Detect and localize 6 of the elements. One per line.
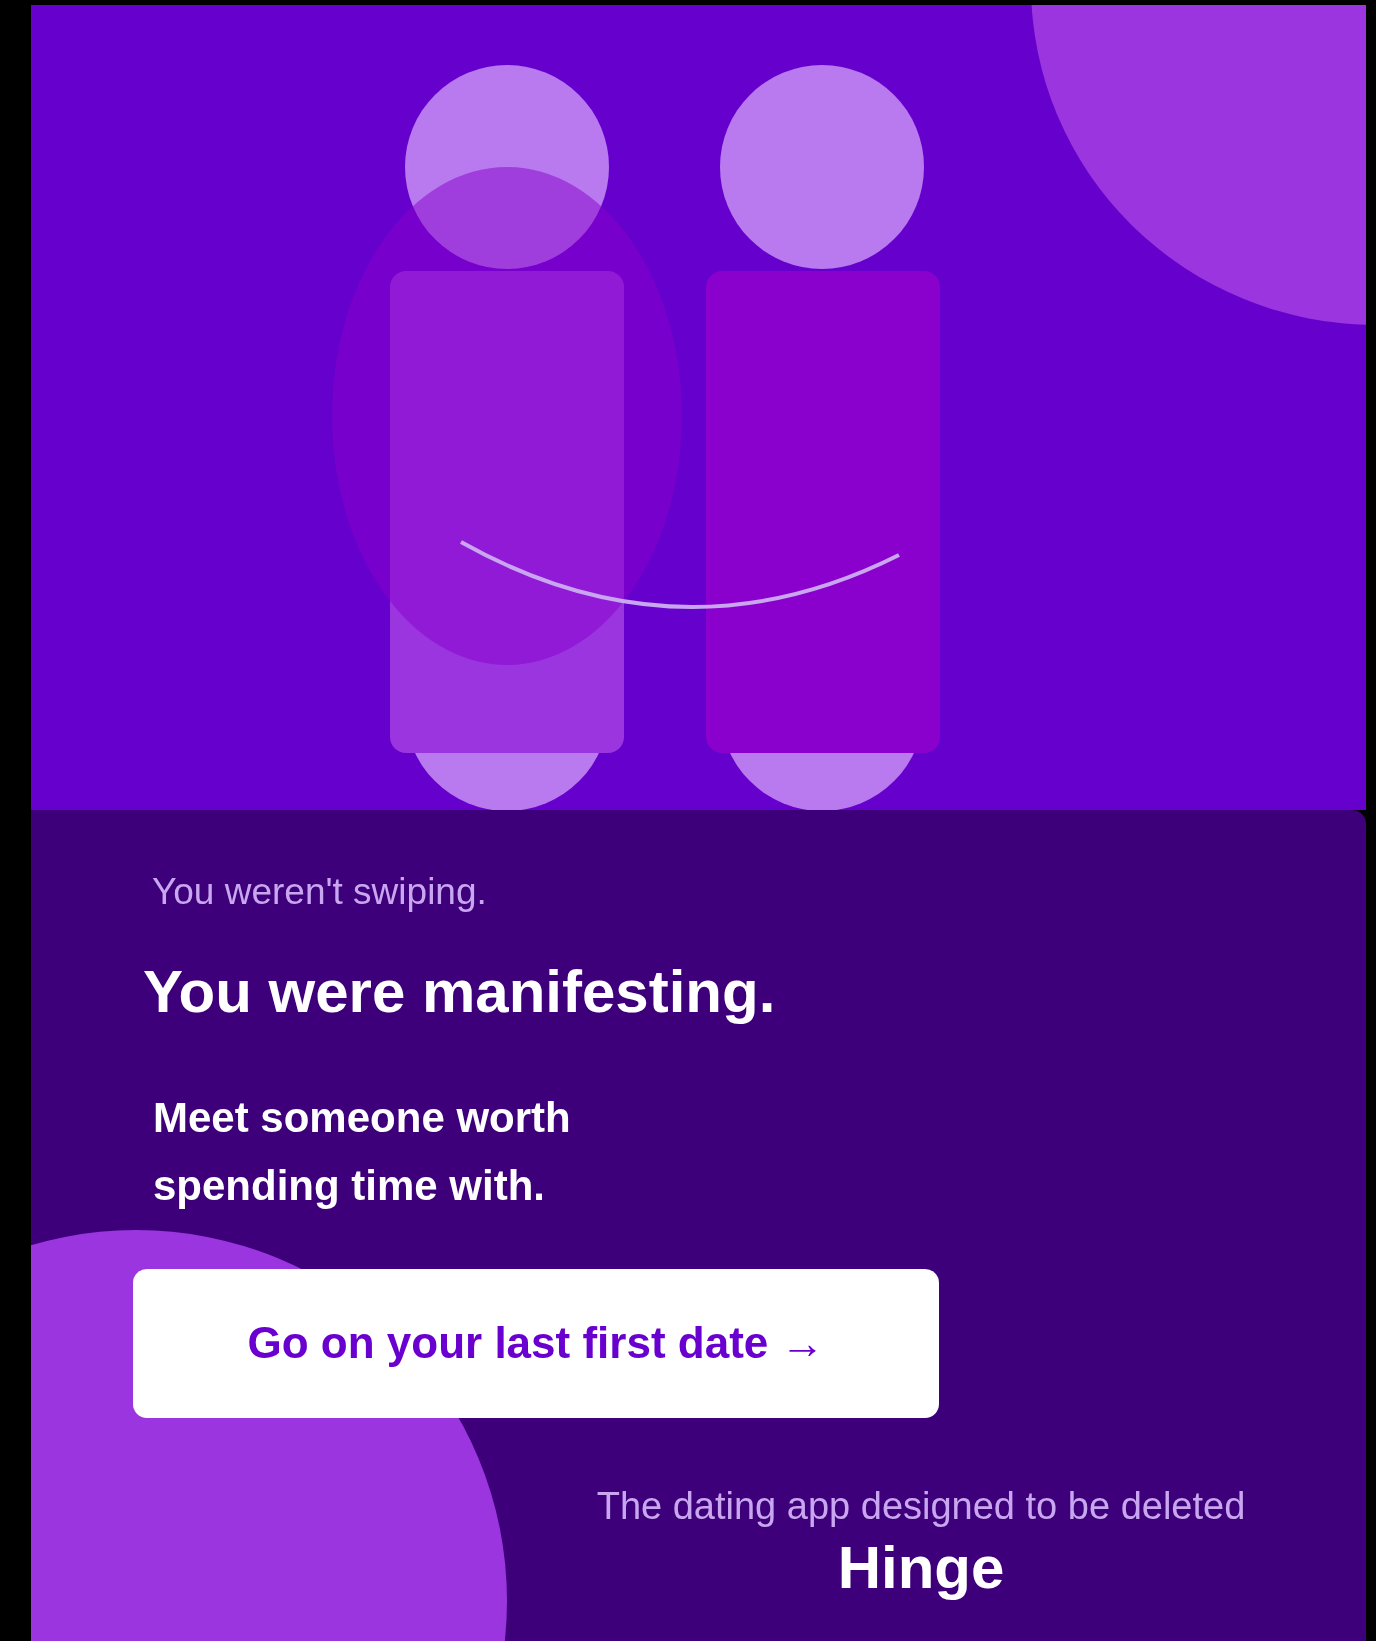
tagline: The dating app designed to be deleted — [596, 1483, 1246, 1529]
intro-text: You weren't swiping. — [151, 870, 488, 914]
subheadline: Meet someone worth spending time with. — [152, 1093, 572, 1211]
cta-button[interactable]: Go on your last first date → — [133, 1268, 939, 1418]
brand-name: Hinge — [837, 1534, 1005, 1601]
headline: You were manifesting. — [143, 957, 777, 1028]
